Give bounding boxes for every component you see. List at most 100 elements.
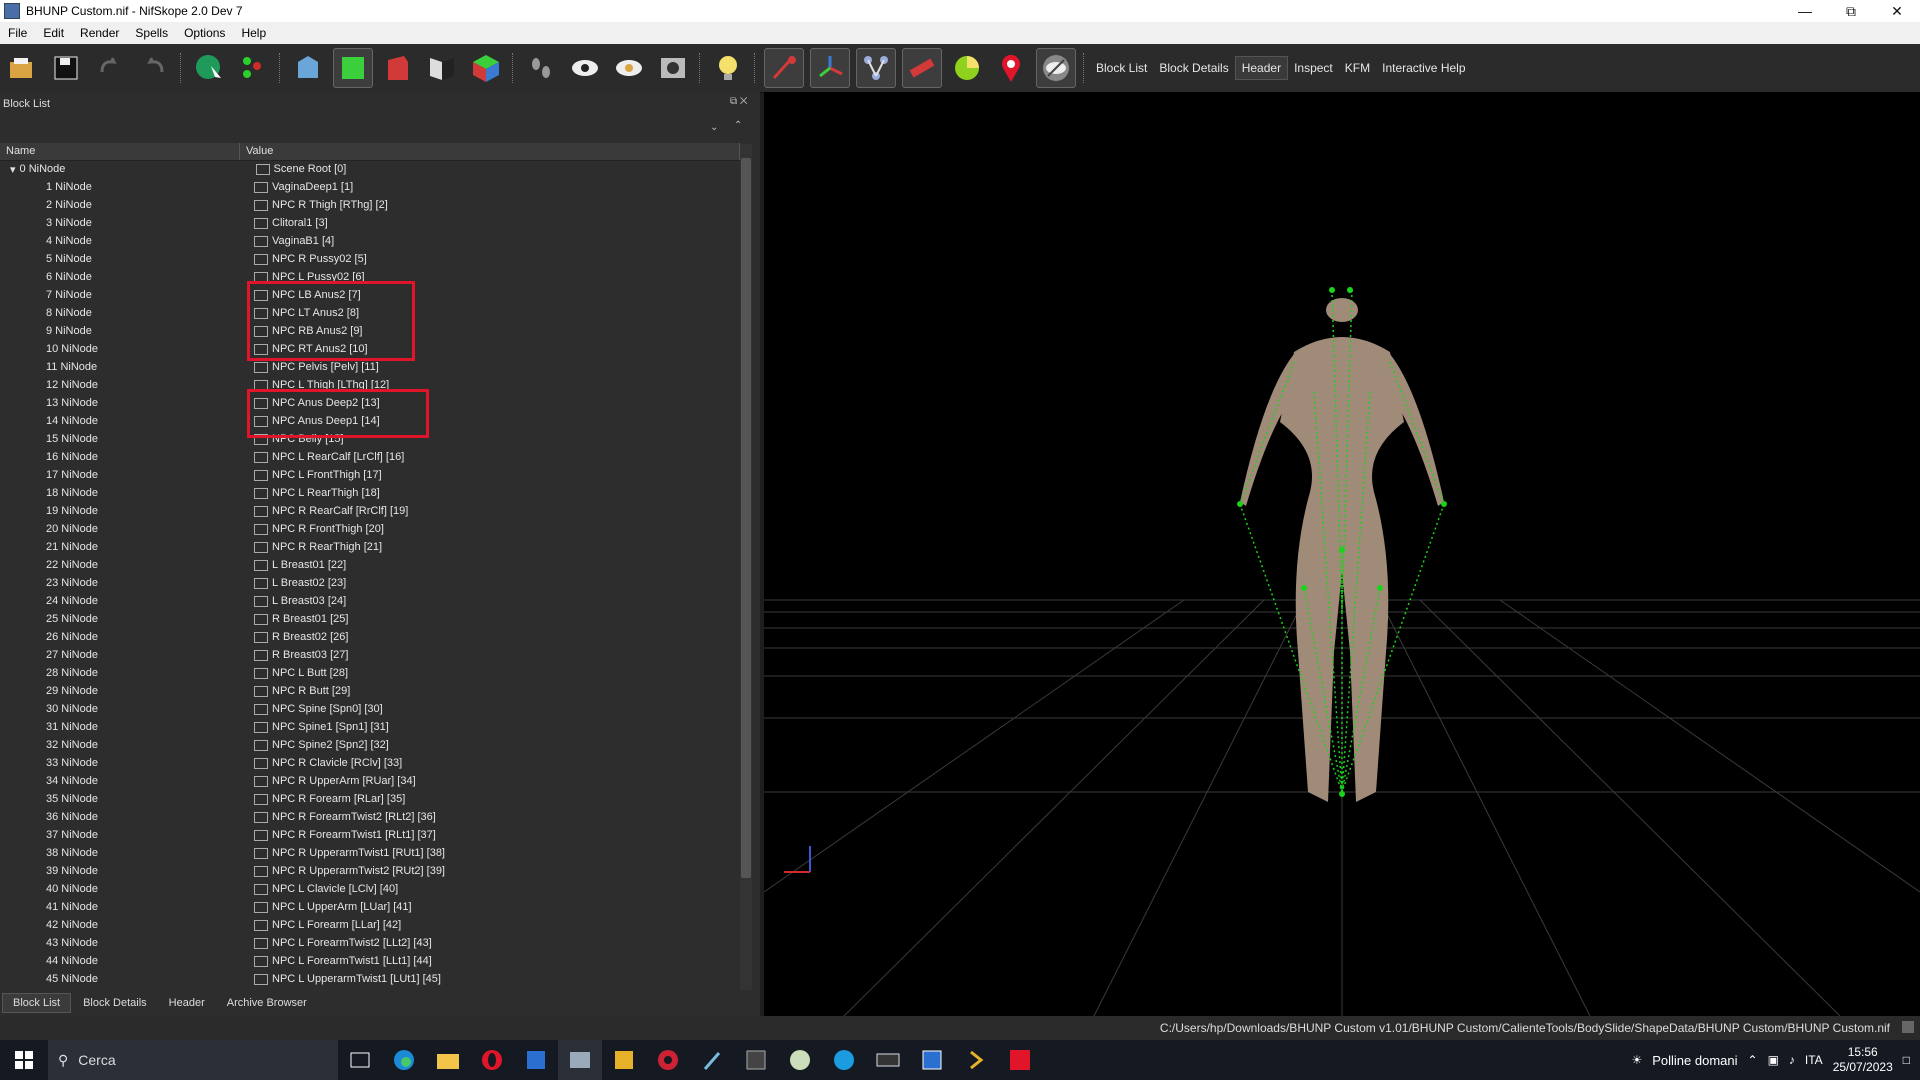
minimize-button[interactable]: — [1782,3,1828,19]
toolbar-block-list[interactable]: Block List [1090,57,1153,79]
app-icon-feather[interactable] [690,1040,734,1080]
table-row[interactable]: ▾ 0 NiNode Scene Root [0] [0,160,740,178]
table-row[interactable]: 24 NiNode L Breast03 [24] [0,592,740,610]
volume-icon[interactable]: ♪ [1789,1053,1795,1067]
table-row[interactable]: 5 NiNode NPC R Pussy02 [5] [0,250,740,268]
location-marker-icon[interactable] [992,49,1030,87]
tab-block-details[interactable]: Block Details [73,994,157,1012]
table-row[interactable]: 32 NiNode NPC Spine2 [Spn2] [32] [0,736,740,754]
save-icon[interactable] [47,49,85,87]
app-icon-red-wheel[interactable] [646,1040,690,1080]
table-row[interactable]: 4 NiNode VaginaB1 [4] [0,232,740,250]
menu-options[interactable]: Options [176,26,233,40]
taskbar-search[interactable]: ⚲ Cerca [48,1040,338,1080]
app-icon-dark[interactable] [734,1040,778,1080]
table-row[interactable]: 35 NiNode NPC R Forearm [RLar] [35] [0,790,740,808]
flip-view-icon[interactable] [423,49,461,87]
table-row[interactable]: 39 NiNode NPC R UpperarmTwist2 [RUt2] [39… [0,862,740,880]
redo-icon[interactable] [135,49,173,87]
table-row[interactable]: 31 NiNode NPC Spine1 [Spn1] [31] [0,718,740,736]
weather-text[interactable]: Polline domani [1652,1053,1737,1068]
table-row[interactable]: 23 NiNode L Breast02 [23] [0,574,740,592]
app-icon-yellow[interactable] [602,1040,646,1080]
show-constraints-icon[interactable] [902,48,942,88]
show-gizmo-icon[interactable] [810,48,850,88]
tab-header[interactable]: Header [159,994,215,1012]
table-row[interactable]: 25 NiNode R Breast01 [25] [0,610,740,628]
table-row[interactable]: 18 NiNode NPC L RearThigh [18] [0,484,740,502]
table-row[interactable]: 29 NiNode NPC R Butt [29] [0,682,740,700]
table-row[interactable]: 43 NiNode NPC L ForearmTwist2 [LLt2] [43] [0,934,740,952]
windows-start-icon[interactable] [0,1040,48,1080]
clock[interactable]: 15:56 25/07/2023 [1833,1045,1893,1075]
toolbar-header[interactable]: Header [1234,56,1289,80]
view-top-icon[interactable] [289,49,327,87]
file-explorer-icon[interactable] [426,1040,470,1080]
table-row[interactable]: 26 NiNode R Breast02 [26] [0,628,740,646]
table-row[interactable]: 33 NiNode NPC R Clavicle [RClv] [33] [0,754,740,772]
weather-icon[interactable]: ☀ [1631,1053,1642,1067]
open-icon[interactable] [3,49,41,87]
scrollbar-thumb[interactable] [741,158,751,878]
table-row[interactable]: 44 NiNode NPC L ForearmTwist1 [LLt1] [44] [0,952,740,970]
edge-icon[interactable] [382,1040,426,1080]
menu-spells[interactable]: Spells [127,26,176,40]
resize-grip-icon[interactable] [1902,1021,1914,1033]
table-row[interactable]: 34 NiNode NPC R UpperArm [RUar] [34] [0,772,740,790]
table-row[interactable]: 38 NiNode NPC R UpperarmTwist1 [RUt1] [38… [0,844,740,862]
expand-icon[interactable]: ⌃ [734,120,742,131]
toolbar-interactive-help[interactable]: Interactive Help [1376,57,1471,79]
table-row[interactable]: 17 NiNode NPC L FrontThigh [17] [0,466,740,484]
menu-help[interactable]: Help [233,26,274,40]
table-row[interactable]: 28 NiNode NPC L Butt [28] [0,664,740,682]
app-icon-media[interactable] [866,1040,910,1080]
menu-edit[interactable]: Edit [35,26,72,40]
table-row[interactable]: 16 NiNode NPC L RearCalf [LrClf] [16] [0,448,740,466]
table-row[interactable]: 2 NiNode NPC R Thigh [RThg] [2] [0,196,740,214]
show-hidden-icon[interactable] [566,49,604,87]
menu-file[interactable]: File [0,26,35,40]
vertical-scrollbar[interactable] [740,144,752,990]
select-vertex-icon[interactable] [234,49,272,87]
app-icon-chevron[interactable] [954,1040,998,1080]
app-icon-window[interactable] [910,1040,954,1080]
select-object-icon[interactable] [190,49,228,87]
restore-button[interactable]: ⧉ [1828,3,1874,20]
show-skeleton-icon[interactable] [856,48,896,88]
table-row[interactable]: 42 NiNode NPC L Forearm [LLar] [42] [0,916,740,934]
table-row[interactable]: 40 NiNode NPC L Clavicle [LClv] [40] [0,880,740,898]
skype-icon[interactable] [822,1040,866,1080]
render-viewport[interactable] [764,92,1920,1016]
view-front-icon[interactable] [333,48,373,88]
app-icon-blue[interactable] [514,1040,558,1080]
view-side-icon[interactable] [379,49,417,87]
hide-icon[interactable] [1036,48,1076,88]
lighting-icon[interactable] [709,49,747,87]
tab-block-list[interactable]: Block List [2,993,72,1013]
table-row[interactable]: 27 NiNode R Breast03 [27] [0,646,740,664]
table-row[interactable]: 21 NiNode NPC R RearThigh [21] [0,538,740,556]
table-row[interactable]: 45 NiNode NPC L UpperarmTwist1 [LUt1] [45… [0,970,740,988]
undo-icon[interactable] [91,49,129,87]
table-row[interactable]: 3 NiNode Clitoral1 [3] [0,214,740,232]
walk-icon[interactable] [522,49,560,87]
column-name[interactable]: Name [0,143,240,160]
tray-chevron-icon[interactable]: ⌃ [1748,1053,1758,1067]
screenshot-icon[interactable] [654,49,692,87]
paint-icon[interactable] [778,1040,822,1080]
opera-icon[interactable] [470,1040,514,1080]
show-axes-icon[interactable] [764,48,804,88]
table-row[interactable]: 19 NiNode NPC R RearCalf [RrClf] [19] [0,502,740,520]
network-icon[interactable]: ▣ [1768,1053,1779,1067]
language-indicator[interactable]: ITA [1805,1053,1823,1067]
show-markers-icon[interactable] [948,49,986,87]
notifications-icon[interactable]: □ [1903,1053,1910,1067]
table-row[interactable]: 37 NiNode NPC R ForearmTwist1 [RLt1] [37] [0,826,740,844]
table-row[interactable]: 20 NiNode NPC R FrontThigh [20] [0,520,740,538]
column-value[interactable]: Value [240,143,740,160]
show-nodes-icon[interactable] [610,49,648,87]
nifskope-taskbar-icon[interactable] [558,1040,602,1080]
app-icon-f[interactable] [998,1040,1042,1080]
table-row[interactable]: 41 NiNode NPC L UpperArm [LUar] [41] [0,898,740,916]
toolbar-inspect[interactable]: Inspect [1288,57,1339,79]
